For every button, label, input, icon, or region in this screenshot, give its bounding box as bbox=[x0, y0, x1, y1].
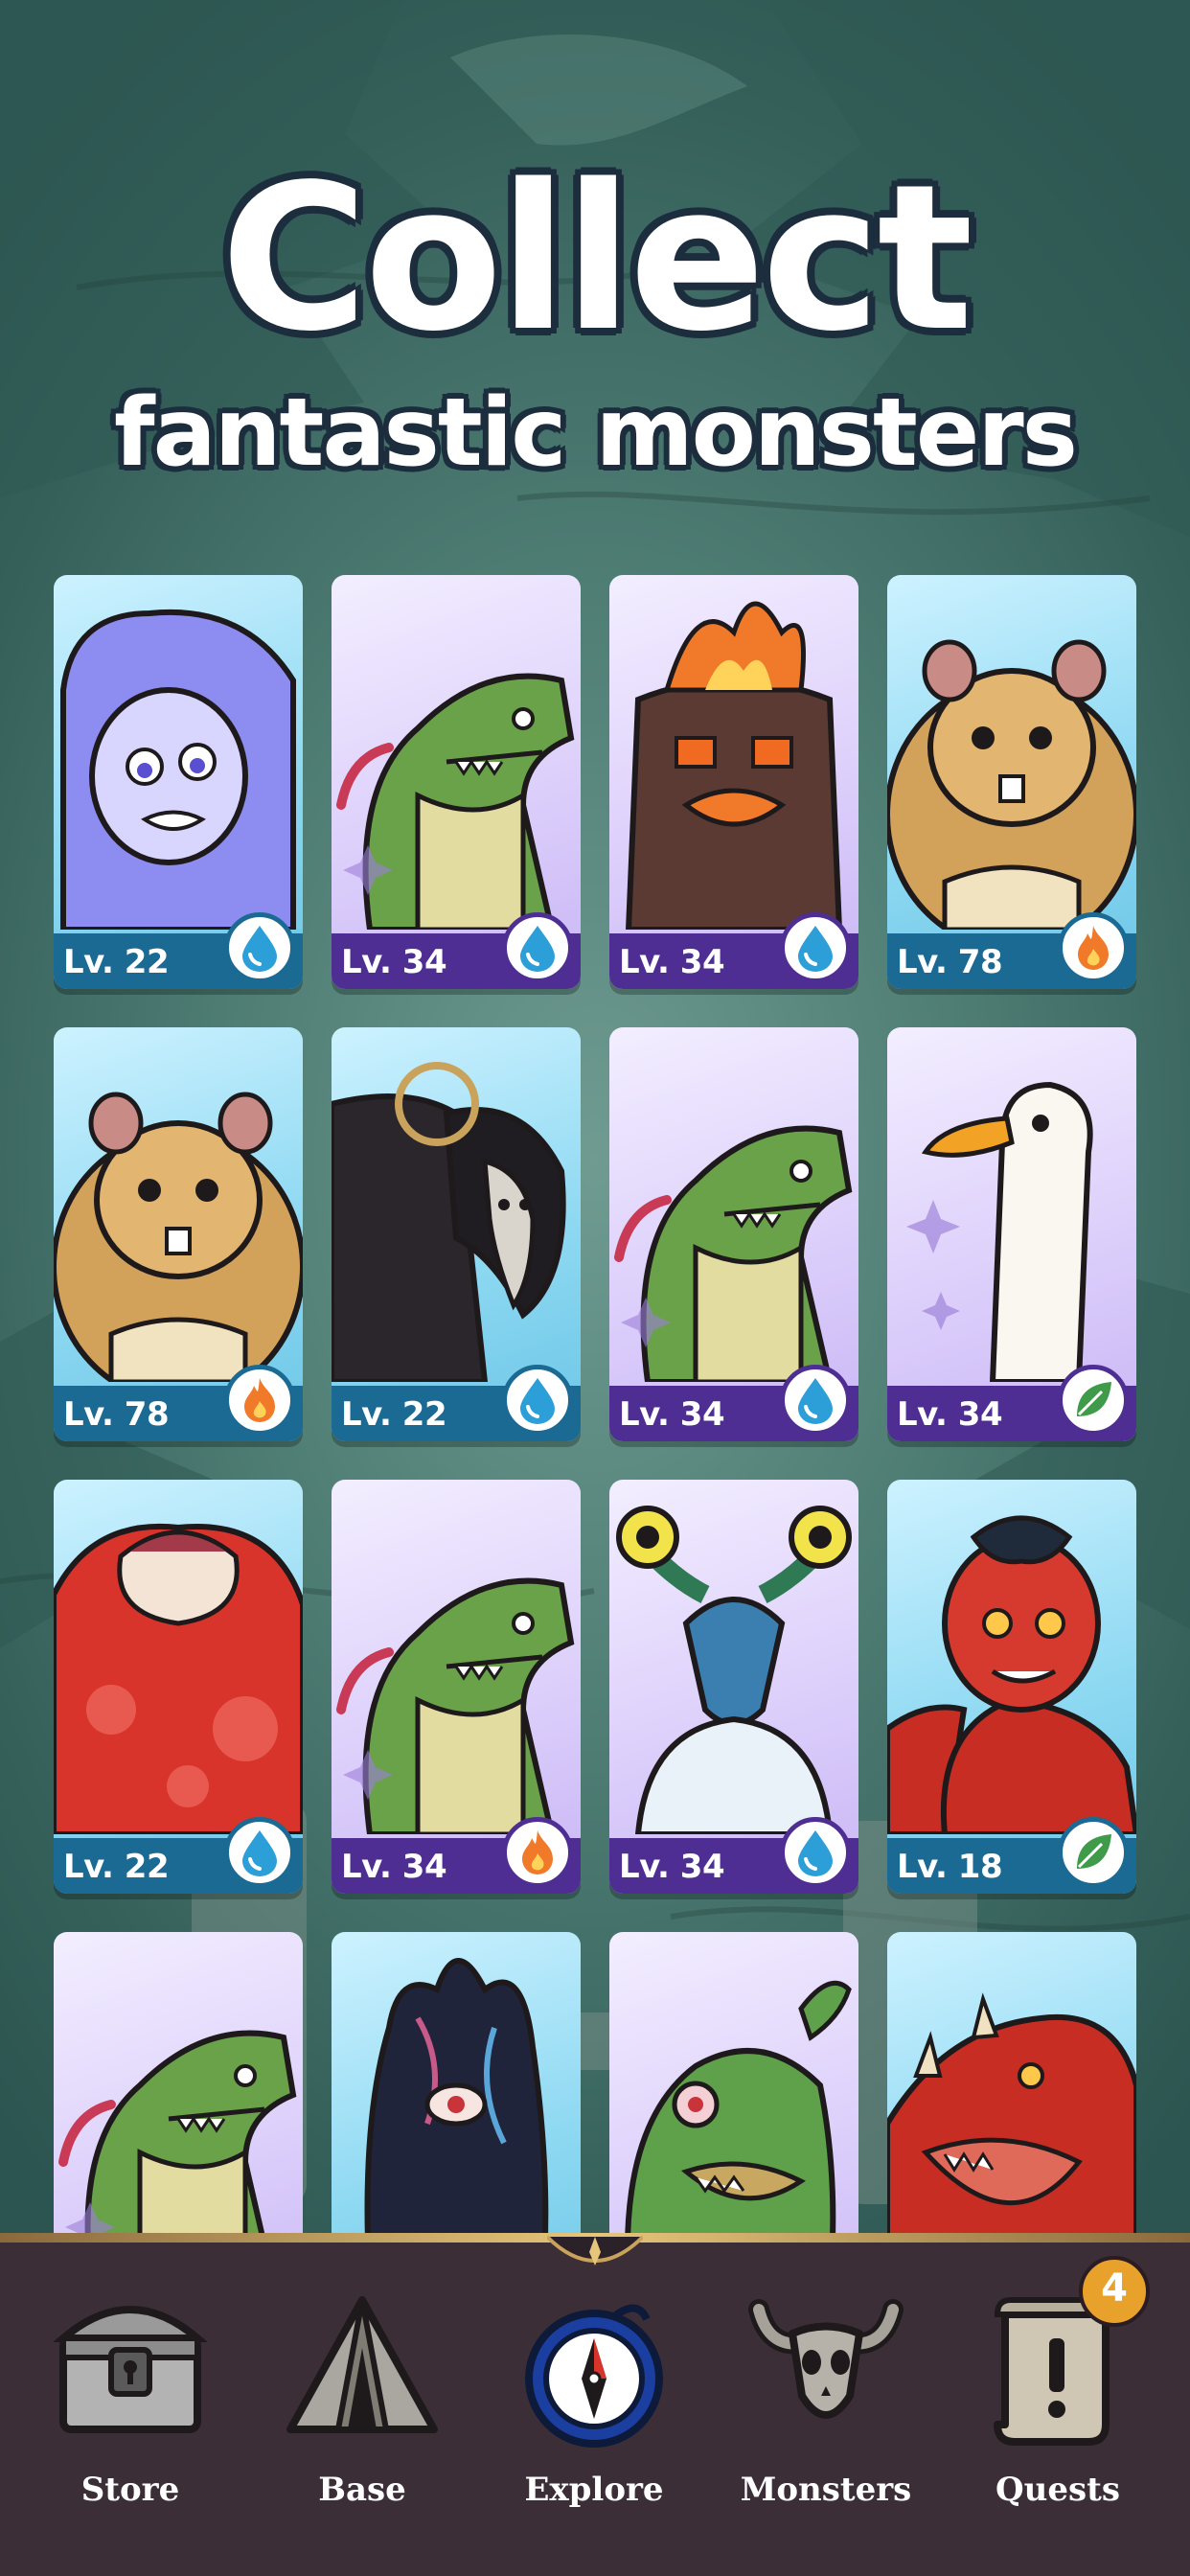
fire-stump-portrait bbox=[609, 575, 858, 932]
nav-base-button[interactable]: Base bbox=[257, 2290, 468, 2520]
nav-store-label: Store bbox=[80, 2471, 180, 2509]
monster-card[interactable]: Lv. 34 bbox=[332, 1480, 581, 1894]
monster-card[interactable]: Lv. 34 bbox=[332, 575, 581, 989]
water-element-icon bbox=[780, 1365, 851, 1436]
nav-ornament-icon bbox=[547, 2235, 643, 2266]
nav-store-button[interactable]: Store bbox=[25, 2290, 236, 2520]
nav-explore-button[interactable]: Explore bbox=[489, 2290, 699, 2520]
red-imp-portrait bbox=[887, 1480, 1136, 1837]
treasure-chest-icon bbox=[53, 2306, 208, 2433]
monster-card[interactable]: Lv. 34 bbox=[609, 1027, 858, 1441]
monster-card[interactable]: Lv. 78 bbox=[54, 1027, 303, 1441]
monster-card[interactable]: Lv. 22 bbox=[332, 1027, 581, 1441]
antler-deer-portrait bbox=[609, 1480, 858, 1837]
green-lizard-portrait bbox=[609, 1027, 858, 1385]
card-level-label: Lv. 22 bbox=[63, 943, 170, 981]
leaf-element-icon bbox=[1058, 1365, 1129, 1436]
horned-skull-icon bbox=[748, 2299, 904, 2419]
nav-quests-label: Quests bbox=[995, 2471, 1120, 2509]
card-level-label: Lv. 22 bbox=[63, 1848, 170, 1886]
card-level-label: Lv. 78 bbox=[63, 1395, 170, 1434]
nav-quests-button[interactable]: 4 Quests bbox=[952, 2256, 1163, 2520]
fire-element-icon bbox=[1058, 912, 1129, 983]
card-level-label: Lv. 34 bbox=[341, 943, 447, 981]
water-element-icon bbox=[780, 1817, 851, 1888]
card-level-label: Lv. 34 bbox=[619, 943, 725, 981]
monster-card[interactable]: Lv. 22 bbox=[54, 575, 303, 989]
monster-card[interactable]: Lv. 34 bbox=[887, 1027, 1136, 1441]
green-lizard-portrait bbox=[332, 1480, 581, 1837]
headline-subtitle: fantastic monsters bbox=[113, 379, 1078, 488]
nav-monsters-label: Monsters bbox=[740, 2471, 912, 2509]
water-element-icon bbox=[502, 912, 573, 983]
nav-explore-label: Explore bbox=[524, 2471, 664, 2509]
hamster-brute-portrait bbox=[54, 1027, 303, 1404]
hamster-brute-portrait bbox=[887, 575, 1136, 952]
green-lizard-portrait bbox=[332, 575, 581, 932]
plague-crow-portrait bbox=[332, 1027, 581, 1385]
leaf-element-icon bbox=[1058, 1817, 1129, 1888]
card-level-label: Lv. 18 bbox=[897, 1848, 1003, 1886]
blue-ghost-girl-portrait bbox=[54, 575, 303, 932]
card-level-label: Lv. 34 bbox=[341, 1848, 447, 1886]
water-element-icon bbox=[224, 1817, 295, 1888]
fire-element-icon bbox=[224, 1365, 295, 1436]
card-level-label: Lv. 34 bbox=[897, 1395, 1003, 1434]
water-element-icon bbox=[224, 912, 295, 983]
headline-title: Collect bbox=[220, 141, 973, 376]
bottom-nav-bar: Store Base Explore Monsters 4 Quests bbox=[0, 2233, 1190, 2576]
monster-card[interactable]: Lv. 18 bbox=[887, 1480, 1136, 1894]
monster-card[interactable]: Lv. 34 bbox=[609, 575, 858, 989]
monster-card[interactable]: Lv. 22 bbox=[54, 1480, 303, 1894]
monster-card[interactable]: Lv. 78 bbox=[887, 575, 1136, 989]
card-level-label: Lv. 78 bbox=[897, 943, 1003, 981]
card-level-label: Lv. 34 bbox=[619, 1395, 725, 1434]
card-level-label: Lv. 22 bbox=[341, 1395, 447, 1434]
tent-icon bbox=[286, 2296, 438, 2433]
white-goose-portrait bbox=[887, 1027, 1136, 1385]
quests-notification-badge: 4 bbox=[1079, 2256, 1150, 2327]
red-blob-portrait bbox=[54, 1480, 303, 1837]
fire-element-icon bbox=[502, 1817, 573, 1888]
water-element-icon bbox=[502, 1365, 573, 1436]
nav-monsters-button[interactable]: Monsters bbox=[721, 2290, 931, 2520]
water-element-icon bbox=[780, 912, 851, 983]
compass-icon bbox=[525, 2304, 663, 2448]
monster-card[interactable]: Lv. 34 bbox=[609, 1480, 858, 1894]
nav-base-label: Base bbox=[318, 2471, 406, 2509]
card-level-label: Lv. 34 bbox=[619, 1848, 725, 1886]
